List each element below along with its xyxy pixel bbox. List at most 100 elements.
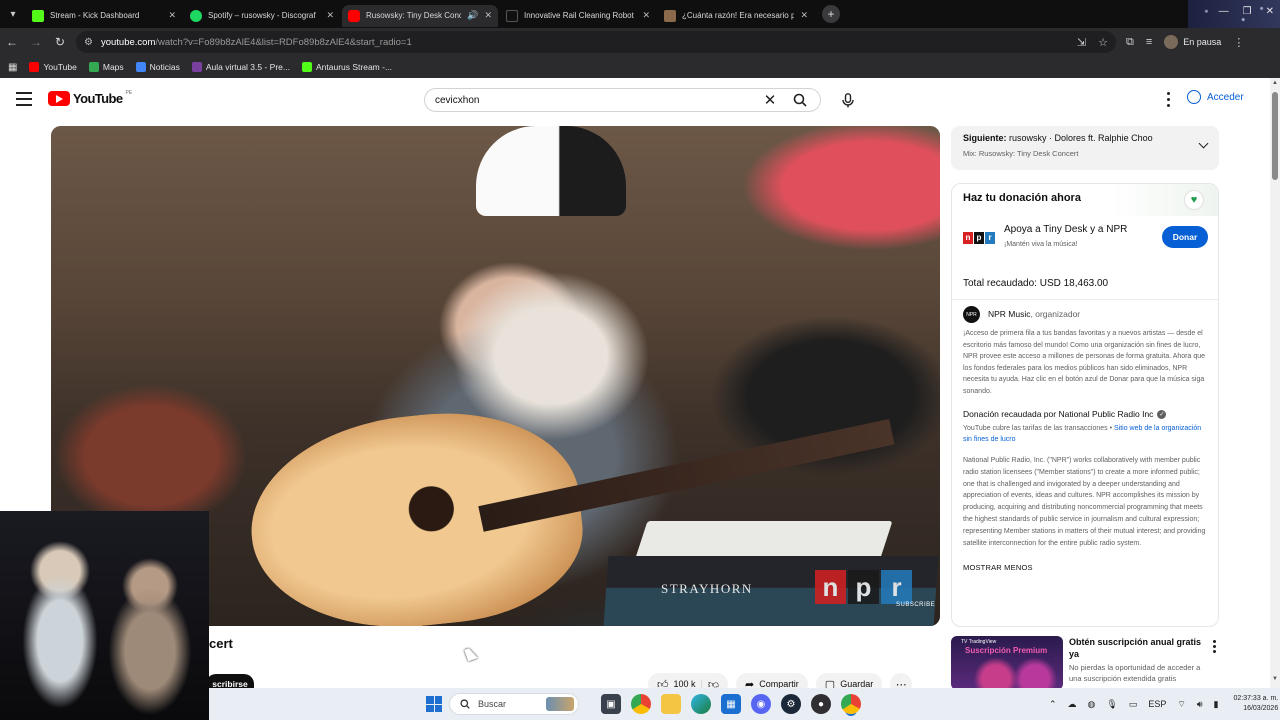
site-info-icon[interactable]: ⚙ xyxy=(84,37,93,48)
clock[interactable]: 02:37:33 a. m. 16/03/2026 xyxy=(1233,694,1278,714)
organizer-name[interactable]: NPR Music xyxy=(988,309,1031,319)
npr-watermark[interactable]: npr xyxy=(815,570,912,604)
tab-article[interactable]: ¿Cuánta razón! Era necesario p ✕ xyxy=(658,5,814,27)
search-box[interactable]: cevicxhon ✕ xyxy=(424,88,821,112)
donate-button[interactable]: Donar xyxy=(1162,226,1208,248)
settings-menu-icon[interactable] xyxy=(1164,92,1172,108)
taskbar-search[interactable]: Buscar xyxy=(449,693,579,715)
back-icon[interactable]: ← xyxy=(0,28,24,56)
bookmark-antaurus[interactable]: Antaurus Stream -... xyxy=(301,62,392,72)
profile-button[interactable]: En pausa xyxy=(1164,35,1221,49)
close-tab-icon[interactable]: ✕ xyxy=(168,10,176,21)
wifi-icon[interactable]: ⌔ xyxy=(1177,699,1185,710)
tab-strip: ▾ Stream - Kick Dashboard ✕ Spotify – ru… xyxy=(0,0,1280,28)
bookmark-aula-virtual[interactable]: Aula virtual 3.5 - Pre... xyxy=(191,62,290,72)
bookmark-noticias[interactable]: Noticias xyxy=(135,62,180,72)
ad-title[interactable]: Obtén suscripción anual gratis ya xyxy=(1069,636,1204,660)
close-tab-icon[interactable]: ✕ xyxy=(800,10,808,21)
tab-kick[interactable]: Stream - Kick Dashboard ✕ xyxy=(26,5,182,27)
clock-time: 02:37:33 a. m. xyxy=(1233,695,1279,702)
display-icon[interactable]: ▭ xyxy=(1129,699,1138,710)
subscribe-button[interactable]: scribirse xyxy=(206,674,254,688)
sponsored-card[interactable]: TV TradingView Suscripción Premium Obtén… xyxy=(951,636,1221,688)
scroll-down-icon[interactable]: ▼ xyxy=(1272,676,1278,682)
watermark-subscribe[interactable]: SUBSCRIBE xyxy=(896,602,935,608)
thumbs-down-icon[interactable]: 👎︎ xyxy=(708,678,719,689)
address-bar[interactable]: ⚙ youtube.com/watch?v=Fo89b8zAlE4&list=R… xyxy=(76,31,1116,53)
windows-start-icon[interactable] xyxy=(426,696,442,712)
install-app-icon[interactable]: ⇲ xyxy=(1077,36,1086,49)
network-icon[interactable]: ◍ xyxy=(1088,699,1096,710)
total-raised: Total recaudado: USD 18,463.00 xyxy=(952,268,1218,300)
tray-overflow-icon[interactable]: ⌃ xyxy=(1049,699,1057,710)
task-view-icon[interactable]: ▣ xyxy=(601,694,621,714)
chrome-active-icon[interactable] xyxy=(841,694,861,714)
steam-icon[interactable]: ⚙ xyxy=(781,694,801,714)
tab-youtube[interactable]: Rusowsky: Tiny Desk Conc 🔊 ✕ xyxy=(342,4,498,27)
show-less-button[interactable]: MOSTRAR MENOS xyxy=(952,563,1218,572)
extensions-icon[interactable]: ⧉ xyxy=(1126,36,1134,49)
reload-icon[interactable]: ↻ xyxy=(48,28,72,56)
audio-icon[interactable]: 🔊 xyxy=(467,10,478,21)
minimize-icon[interactable]: — xyxy=(1219,6,1229,17)
search-highlight-image xyxy=(546,697,574,711)
close-window-icon[interactable]: ✕ xyxy=(1266,6,1274,17)
maximize-icon[interactable]: ❐ xyxy=(1243,6,1252,17)
video-actions: 👍︎ 100 k | 👎︎ ➦ Compartir ▢ Guardar ⋯ xyxy=(648,673,913,689)
close-tab-icon[interactable]: ✕ xyxy=(326,10,334,21)
discord-icon[interactable]: ◉ xyxy=(751,694,771,714)
donation-panel: Haz tu donación ahora ♥ npr Apoya a Tiny… xyxy=(951,183,1219,627)
cloud-icon[interactable]: ☁ xyxy=(1068,699,1077,710)
media-control-icon[interactable]: ≡ xyxy=(1146,36,1152,48)
ad-menu-icon[interactable] xyxy=(1213,640,1217,653)
new-tab-button[interactable]: + xyxy=(822,5,840,23)
store-icon[interactable]: ▦ xyxy=(721,694,741,714)
close-tab-icon[interactable]: ✕ xyxy=(484,10,492,21)
tiktok-icon xyxy=(506,9,518,22)
browser-menu-icon[interactable]: ⋮ xyxy=(1233,36,1244,49)
like-count: 100 k xyxy=(673,679,696,688)
close-tab-icon[interactable]: ✕ xyxy=(642,10,650,21)
npr-music-avatar[interactable]: NPR xyxy=(963,306,980,323)
tab-search-icon[interactable]: ▾ xyxy=(0,0,26,28)
page-scrollbar[interactable]: ▲ ▼ xyxy=(1270,78,1280,688)
heart-icon: ♥ xyxy=(1184,190,1204,210)
search-input[interactable]: cevicxhon xyxy=(435,95,760,106)
language-indicator[interactable]: ESP xyxy=(1148,699,1166,709)
bookmark-maps[interactable]: Maps xyxy=(88,62,124,72)
voice-search-icon[interactable] xyxy=(838,90,858,110)
clear-search-icon[interactable]: ✕ xyxy=(760,91,780,109)
save-button[interactable]: ▢ Guardar xyxy=(815,673,883,688)
battery-icon[interactable]: ▮ xyxy=(1214,699,1219,710)
maps-icon xyxy=(88,62,99,72)
webcam-image xyxy=(0,511,209,720)
youtube-logo[interactable]: YouTube PE xyxy=(48,90,132,106)
chrome-icon[interactable] xyxy=(631,694,651,714)
bookmark-youtube[interactable]: YouTube xyxy=(29,62,77,72)
mic-icon[interactable]: 🎙︎ xyxy=(1106,699,1117,710)
news-icon xyxy=(135,62,146,72)
obs-icon[interactable]: ● xyxy=(811,694,831,714)
menu-icon[interactable] xyxy=(16,92,32,106)
mix-label: Mix: Rusowsky: Tiny Desk Concert xyxy=(963,149,1079,158)
bookmark-star-icon[interactable]: ☆ xyxy=(1098,36,1108,49)
forward-icon[interactable]: → xyxy=(24,28,48,56)
tab-tiktok[interactable]: Innovative Rail Cleaning Robot ✕ xyxy=(500,5,656,27)
ad-thumbnail[interactable]: TV TradingView Suscripción Premium xyxy=(951,636,1063,688)
up-next-card[interactable]: Siguiente: rusowsky · Dolores ft. Ralphi… xyxy=(951,126,1219,170)
file-explorer-icon[interactable] xyxy=(661,694,681,714)
volume-icon[interactable]: 🔊︎ xyxy=(1197,699,1203,710)
edge-icon[interactable] xyxy=(691,694,711,714)
more-actions-icon[interactable]: ⋯ xyxy=(890,673,913,688)
search-icon[interactable] xyxy=(790,90,810,110)
windows-taskbar: Buscar ▣ ▦ ◉ ⚙ ● ⌃ ☁ ◍ 🎙︎ ▭ ESP ⌔ 🔊︎ ▮ 0… xyxy=(209,688,1280,720)
url-text[interactable]: youtube.com/watch?v=Fo89b8zAlE4&list=RDF… xyxy=(101,37,412,48)
like-button[interactable]: 👍︎ 100 k | 👎︎ xyxy=(648,673,729,689)
signin-button[interactable]: Acceder xyxy=(1187,90,1244,104)
scroll-thumb[interactable] xyxy=(1272,92,1278,180)
tab-spotify[interactable]: Spotify – rusowsky - Discograf ✕ xyxy=(184,5,340,27)
share-button[interactable]: ➦ Compartir xyxy=(736,673,808,688)
apps-grid-icon[interactable]: ▦ xyxy=(8,62,17,73)
scroll-up-icon[interactable]: ▲ xyxy=(1272,80,1278,86)
taskbar-search-placeholder: Buscar xyxy=(478,699,507,709)
